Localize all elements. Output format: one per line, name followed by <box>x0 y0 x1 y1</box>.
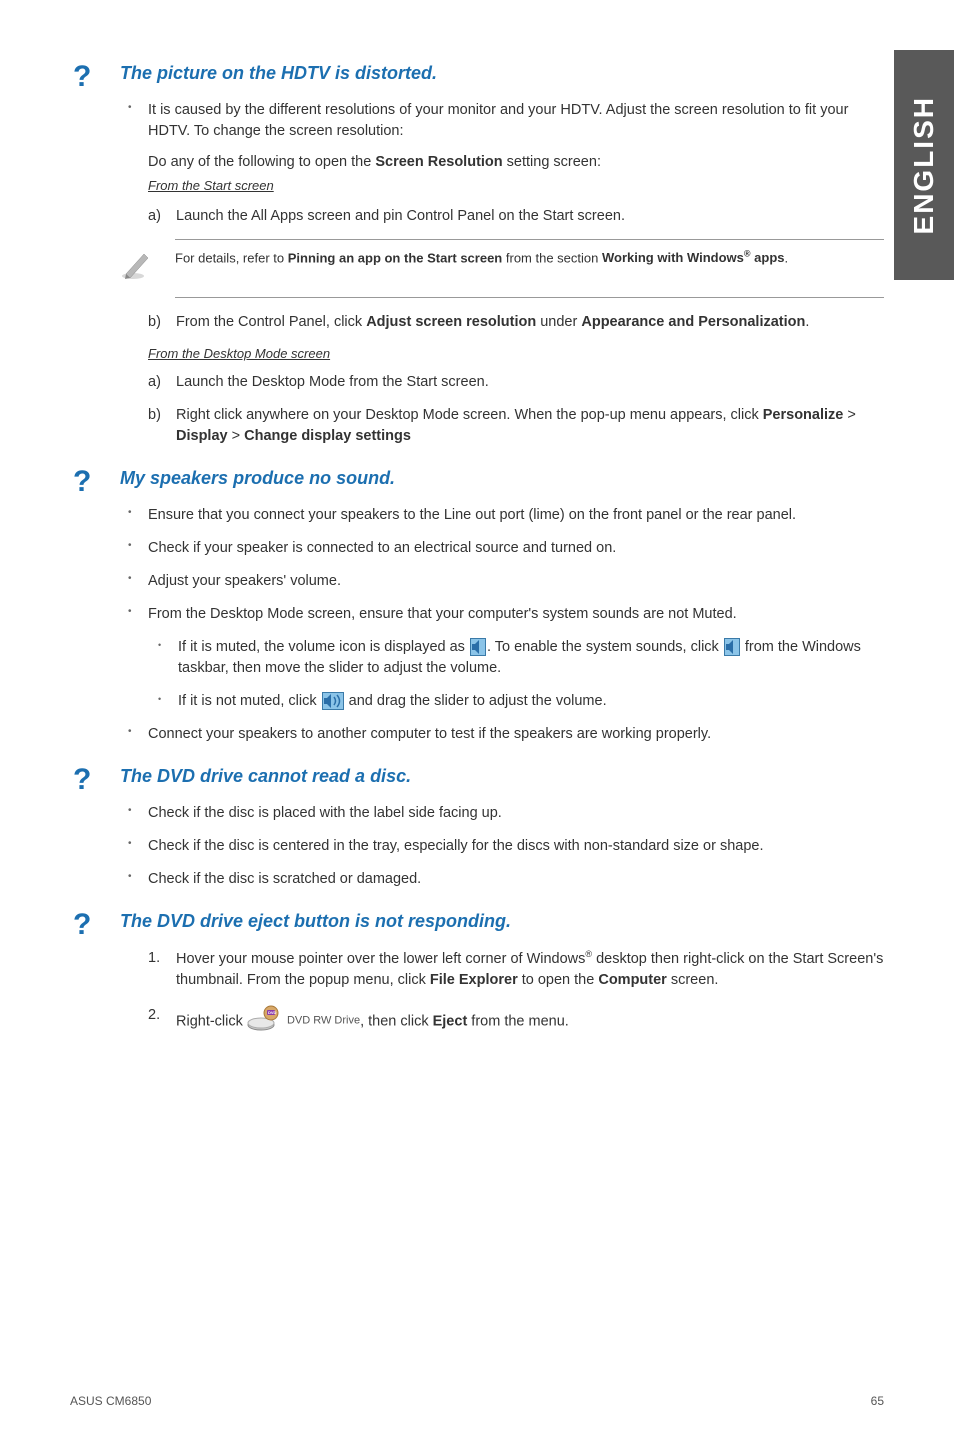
list-item: Check if the disc is scratched or damage… <box>148 869 884 890</box>
faq-text: If it is not muted, click <box>178 693 321 709</box>
note-box: For details, refer to Pinning an app on … <box>175 239 884 298</box>
note-text: For details, refer to <box>175 250 288 265</box>
list-item: If it is muted, the volume icon is displ… <box>178 637 884 679</box>
faq-title: The DVD drive eject button is not respon… <box>120 908 884 934</box>
step-text: Launch the Desktop Mode from the Start s… <box>176 374 489 390</box>
separator: > <box>228 428 245 444</box>
list-item: a)Launch the All Apps screen and pin Con… <box>176 206 884 227</box>
list-item: 2. Right-click DVD DVD RW Drive, then cl… <box>176 1005 884 1038</box>
volume-muted-icon <box>470 638 486 656</box>
step-text: under <box>536 314 581 330</box>
faq-text: . To enable the system sounds, click <box>487 639 723 655</box>
faq-text: Check if your speaker is connected to an… <box>148 540 616 556</box>
bold-text: Change display settings <box>244 428 411 444</box>
question-icon: ? <box>73 55 91 99</box>
svg-text:DVD: DVD <box>268 1010 277 1015</box>
question-icon: ? <box>73 758 91 802</box>
step-text: From the Control Panel, click <box>176 314 366 330</box>
faq-text: If it is muted, the volume icon is displ… <box>178 639 469 655</box>
list-item: a)Launch the Desktop Mode from the Start… <box>176 372 884 393</box>
bold-text: Personalize <box>763 407 844 423</box>
faq-text: Adjust your speakers' volume. <box>148 573 341 589</box>
language-tab: ENGLISH <box>894 50 954 280</box>
subheading: From the Start screen <box>148 177 884 196</box>
bold-text: Appearance and Personalization <box>581 314 805 330</box>
faq-text: Connect your speakers to another compute… <box>148 726 711 742</box>
bold-text: Display <box>176 428 228 444</box>
separator: > <box>843 407 856 423</box>
dvd-drive-icon: DVD <box>247 1005 283 1038</box>
step-text: screen. <box>667 972 719 988</box>
list-item: Ensure that you connect your speakers to… <box>148 505 884 526</box>
faq-text: Ensure that you connect your speakers to… <box>148 507 796 523</box>
step-text: Hover your mouse pointer over the lower … <box>176 951 585 967</box>
footer-product: ASUS CM6850 <box>70 1394 151 1408</box>
faq-text: Do any of the following to open the <box>148 154 375 170</box>
list-item: b) Right click anywhere on your Desktop … <box>176 405 884 447</box>
faq-text: and drag the slider to adjust the volume… <box>345 693 607 709</box>
step-text: Right-click <box>176 1014 247 1030</box>
bold-text: File Explorer <box>430 972 518 988</box>
list-item: b) From the Control Panel, click Adjust … <box>176 312 884 333</box>
faq-text: setting screen: <box>503 154 601 170</box>
bold-text: Adjust screen resolution <box>366 314 536 330</box>
subheading: From the Desktop Mode screen <box>148 345 884 364</box>
footer-page-number: 65 <box>871 1394 884 1408</box>
faq-title: My speakers produce no sound. <box>120 465 884 491</box>
volume-icon <box>322 692 344 710</box>
faq-text: Check if the disc is scratched or damage… <box>148 871 421 887</box>
bold-text: Screen Resolution <box>375 154 502 170</box>
list-item: From the Desktop Mode screen, ensure tha… <box>148 604 884 712</box>
page-footer: ASUS CM6850 65 <box>70 1394 884 1408</box>
pencil-icon <box>120 248 160 289</box>
step-text: from the menu. <box>467 1014 569 1030</box>
bold-text: Pinning an app on the Start screen <box>288 250 503 265</box>
faq-text: Check if the disc is placed with the lab… <box>148 805 502 821</box>
list-item: It is caused by the different resolution… <box>148 100 884 227</box>
bold-text: Computer <box>598 972 666 988</box>
list-item: Check if the disc is placed with the lab… <box>148 803 884 824</box>
faq-text: It is caused by the different resolution… <box>148 102 848 139</box>
list-item: Adjust your speakers' volume. <box>148 571 884 592</box>
step-text: Launch the All Apps screen and pin Contr… <box>176 208 625 224</box>
list-item: Check if your speaker is connected to an… <box>148 538 884 559</box>
question-icon: ? <box>73 903 91 947</box>
volume-muted-icon <box>724 638 740 656</box>
bold-text: Eject <box>433 1014 468 1030</box>
faq-text: Check if the disc is centered in the tra… <box>148 838 763 854</box>
faq-text: From the Desktop Mode screen, ensure tha… <box>148 606 737 622</box>
list-item: Check if the disc is centered in the tra… <box>148 836 884 857</box>
step-text: Right click anywhere on your Desktop Mod… <box>176 407 763 423</box>
list-item: Connect your speakers to another compute… <box>148 724 884 745</box>
step-text: , then click <box>360 1014 433 1030</box>
list-item: If it is not muted, click and drag the s… <box>178 691 884 712</box>
faq-title: The picture on the HDTV is distorted. <box>120 60 884 86</box>
bold-text: apps <box>751 250 785 265</box>
bold-text: Working with Windows <box>602 250 744 265</box>
faq-title: The DVD drive cannot read a disc. <box>120 763 884 789</box>
language-tab-label: ENGLISH <box>908 96 940 234</box>
note-text: from the section <box>502 250 602 265</box>
step-text: to open the <box>518 972 599 988</box>
list-item: 1. Hover your mouse pointer over the low… <box>176 948 884 991</box>
question-icon: ? <box>73 460 91 504</box>
dvd-drive-label: DVD RW Drive <box>287 1015 360 1027</box>
